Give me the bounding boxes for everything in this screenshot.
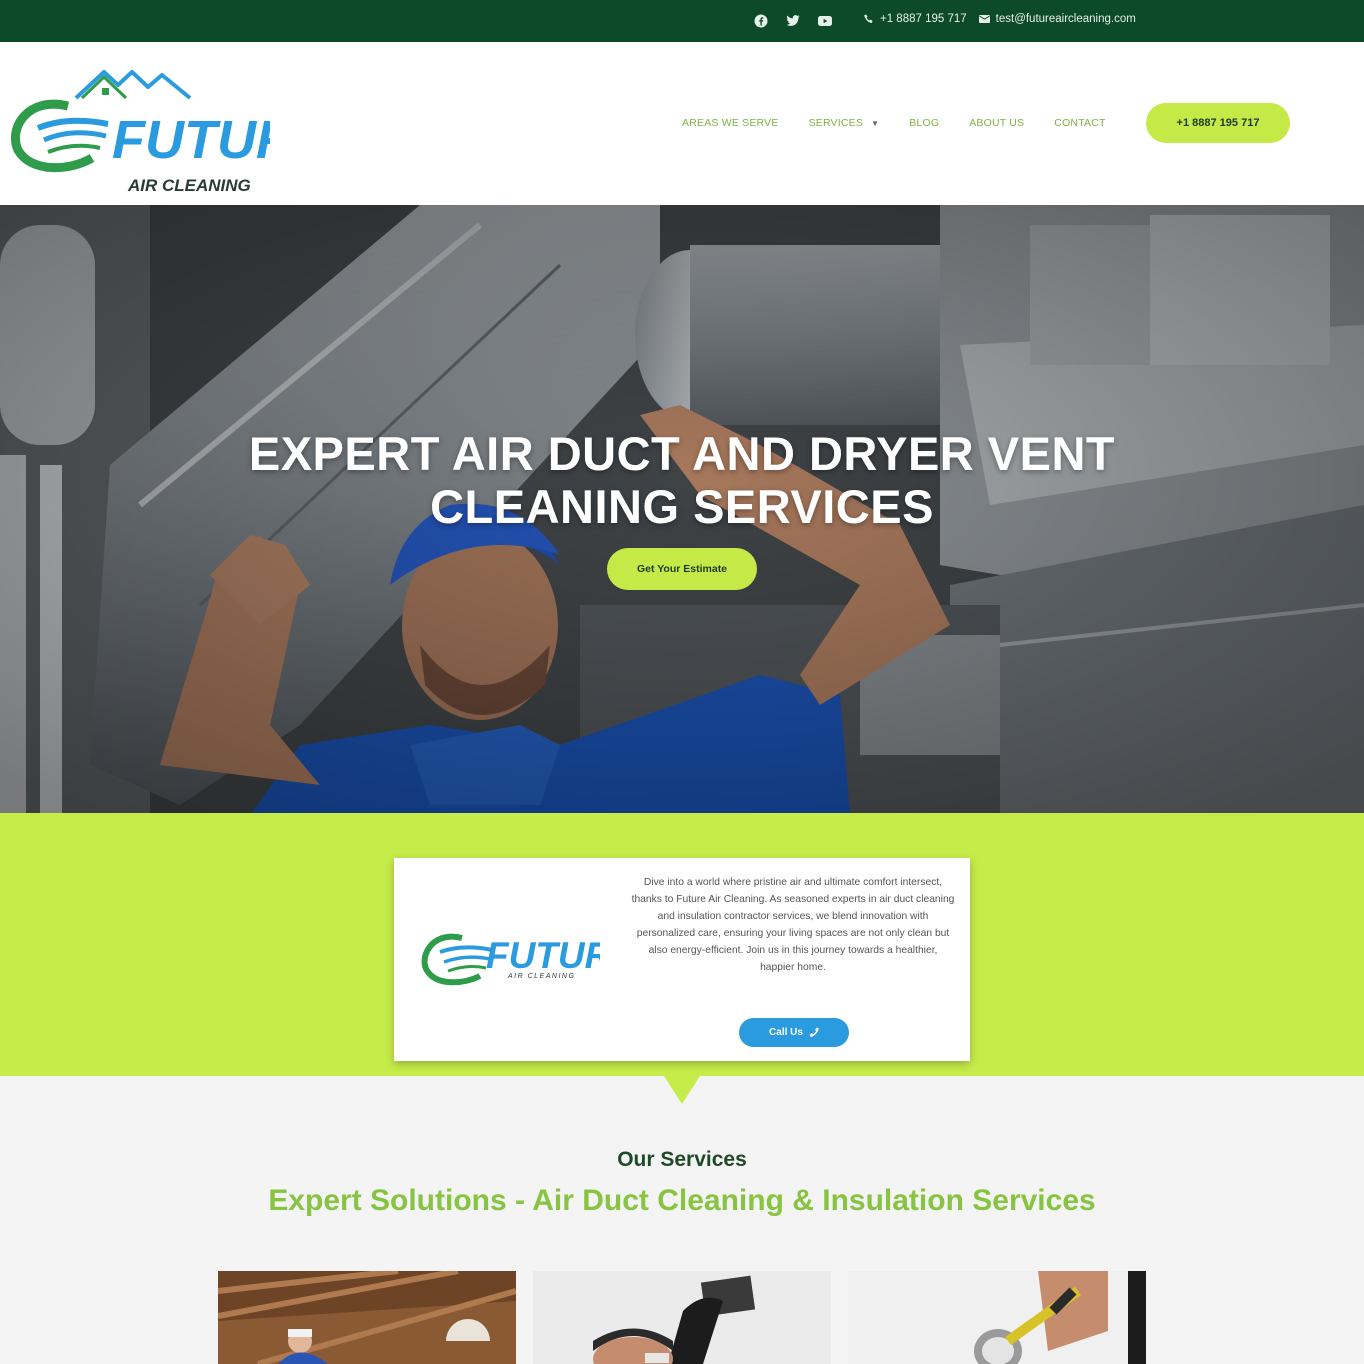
card-logo: FUTURE AIR CLEANING — [421, 933, 600, 986]
main-nav: AREAS WE SERVE SERVICES ▼ BLOG ABOUT US C… — [682, 117, 1106, 129]
envelope-icon — [978, 15, 990, 23]
services-eyebrow: Our Services — [617, 1148, 747, 1171]
nav-areas-we-serve[interactable]: AREAS WE SERVE — [682, 117, 779, 129]
top-bar: +1 8887 195 717 test@futureaircleaning.c… — [0, 0, 1364, 42]
intro-text: Dive into a world where pristine air and… — [631, 877, 955, 973]
services-title: Expert Solutions - Air Duct Cleaning & I… — [268, 1184, 1096, 1217]
section-pointer — [664, 1076, 700, 1104]
intro-card: FUTURE AIR CLEANING Dive into a world wh… — [394, 858, 970, 1061]
service-card-1-image[interactable] — [218, 1271, 516, 1364]
phone-icon — [864, 14, 873, 23]
facebook-icon[interactable] — [752, 12, 770, 30]
hero-title: EXPERT AIR DUCT AND DRYER VENT CLEANING … — [248, 427, 1116, 533]
get-estimate-button[interactable]: Get Your Estimate — [607, 548, 757, 590]
site-header: FUTURE AIR CLEANING AREAS WE SERVE SERVI… — [0, 42, 1364, 205]
card-logo-tagline: AIR CLEANING — [507, 973, 575, 980]
contact-info: +1 8887 195 717 test@futureaircleaning.c… — [864, 13, 1136, 25]
phone-icon — [809, 1027, 819, 1037]
header-phone-button[interactable]: +1 8887 195 717 — [1146, 103, 1290, 143]
intro-band: FUTURE AIR CLEANING Dive into a world wh… — [0, 813, 1364, 1076]
card-logo-wordmark: FUTURE — [486, 935, 600, 976]
nav-contact[interactable]: CONTACT — [1054, 117, 1105, 129]
logo-tagline: AIR CLEANING — [127, 176, 251, 195]
call-us-button[interactable]: Call Us — [739, 1018, 849, 1047]
social-links — [752, 12, 834, 30]
chevron-down-icon: ▼ — [871, 118, 880, 128]
topbar-email[interactable]: test@futureaircleaning.com — [978, 13, 1136, 25]
nav-about-us[interactable]: ABOUT US — [969, 117, 1024, 129]
service-card-3-image[interactable] — [848, 1271, 1146, 1364]
nav-blog[interactable]: BLOG — [909, 117, 939, 129]
logo-wordmark: FUTURE — [112, 110, 270, 170]
twitter-icon[interactable] — [784, 12, 802, 30]
topbar-phone[interactable]: +1 8887 195 717 — [864, 13, 967, 25]
youtube-icon[interactable] — [816, 12, 834, 30]
nav-services[interactable]: SERVICES ▼ — [809, 117, 880, 129]
hero-section: EXPERT AIR DUCT AND DRYER VENT CLEANING … — [0, 205, 1364, 813]
future-air-cleaning-logo[interactable]: FUTURE AIR CLEANING — [8, 68, 270, 198]
service-card-2-image[interactable] — [533, 1271, 831, 1364]
